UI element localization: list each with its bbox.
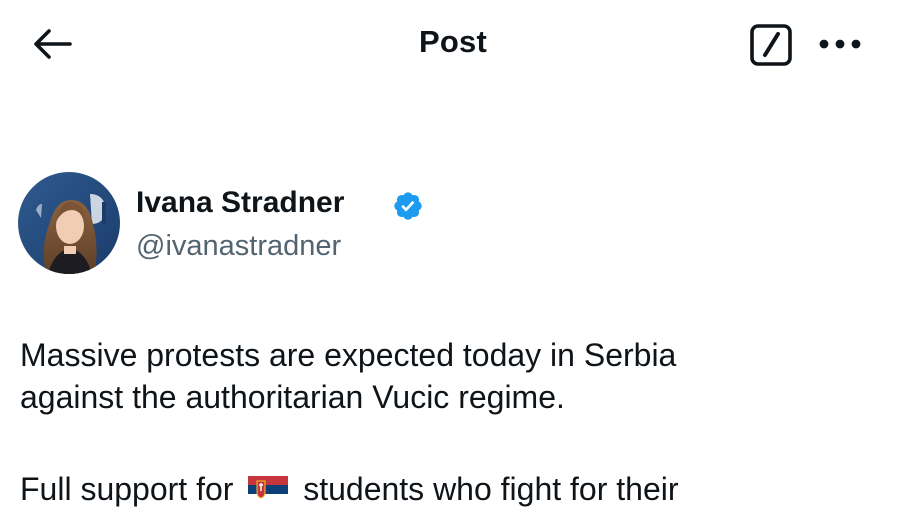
profile-photo: [18, 172, 120, 274]
post-screen: Post Ivana Stradner @ivanastradner Massi…: [0, 0, 906, 513]
top-navigation-bar: Post: [0, 0, 906, 90]
author-handle[interactable]: @ivanastradner: [136, 230, 341, 263]
compose-button[interactable]: [748, 22, 794, 68]
more-options-button[interactable]: [812, 24, 868, 64]
post-text-line: Full support for students who fight for …: [20, 468, 890, 510]
avatar[interactable]: [18, 172, 120, 274]
serbia-flag-icon: [248, 476, 289, 503]
post-text-fragment: Full support for: [20, 471, 234, 507]
post-body: Massive protests are expected today in S…: [20, 334, 890, 510]
author-display-name[interactable]: Ivana Stradner: [136, 186, 344, 220]
more-dots-icon: [819, 39, 861, 49]
verified-badge-icon: [394, 192, 422, 220]
compose-icon: [750, 24, 792, 66]
post-author: Ivana Stradner @ivanastradner: [18, 172, 718, 282]
post-text-fragment: students who fight for their: [303, 471, 679, 507]
post-text-line: Massive protests are expected today in S…: [20, 337, 677, 373]
post-text-line: against the authoritarian Vucic regime.: [20, 379, 565, 415]
